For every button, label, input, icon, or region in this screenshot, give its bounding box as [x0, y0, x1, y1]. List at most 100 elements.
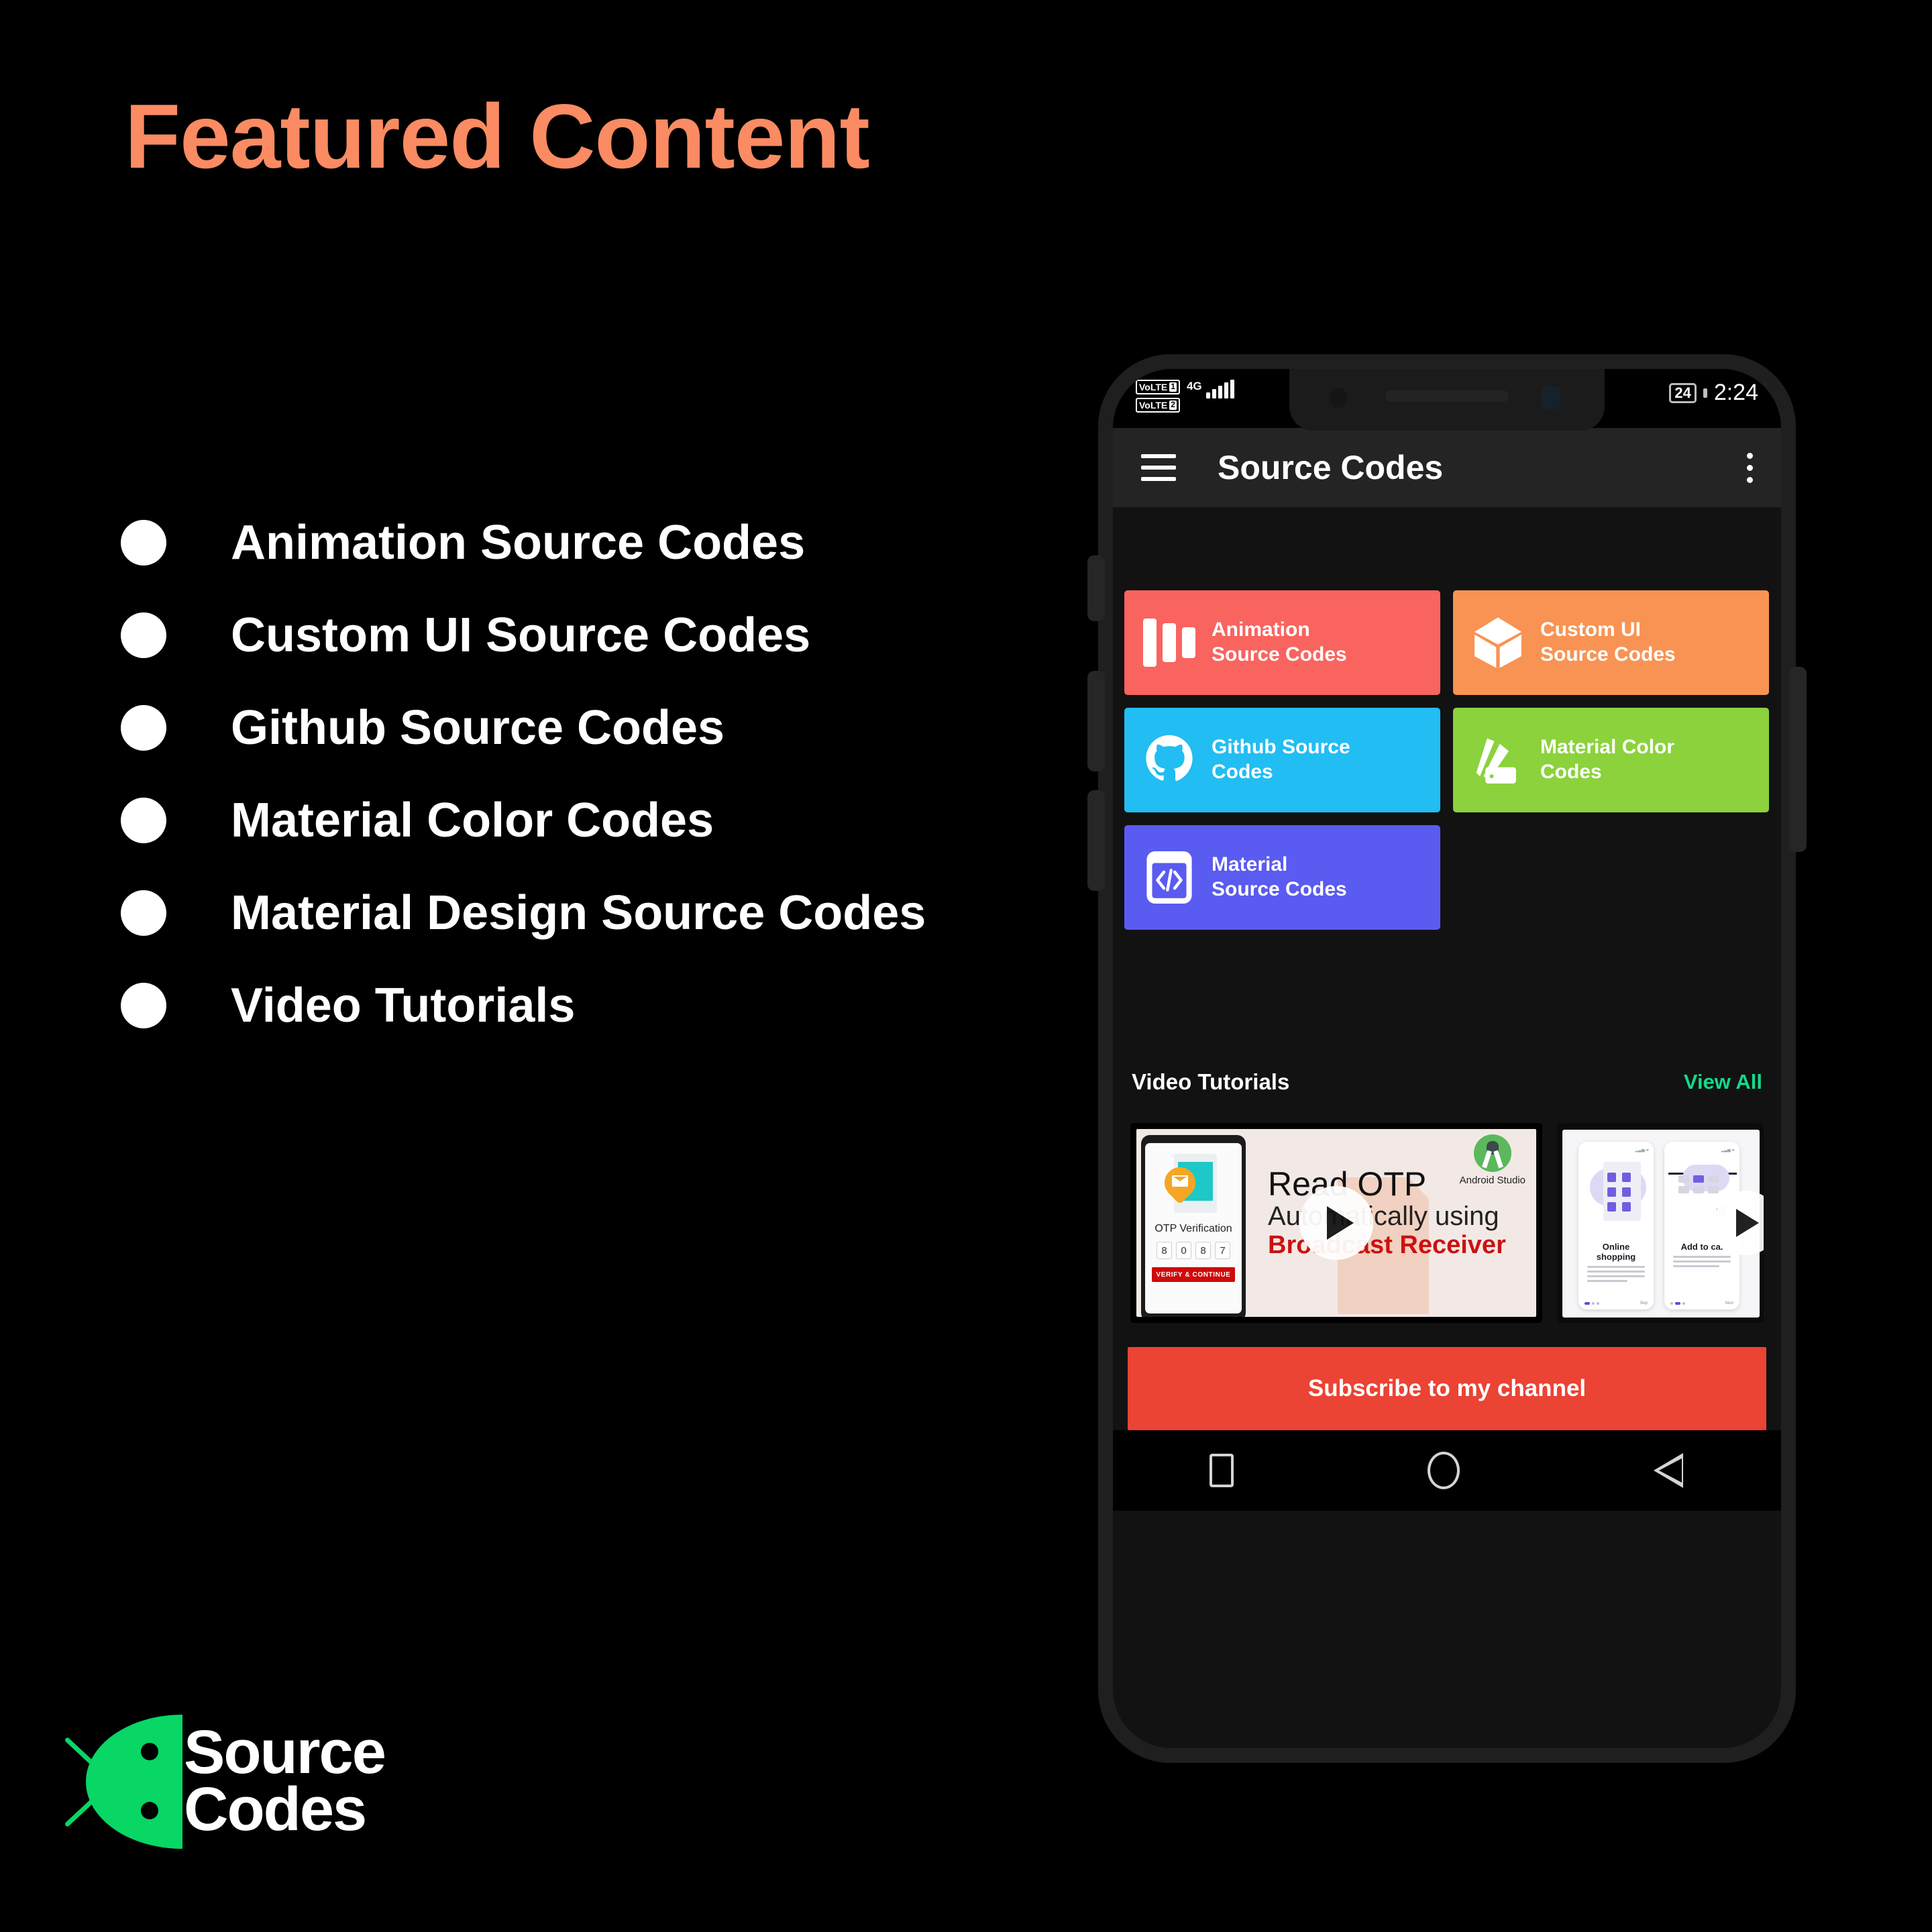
tile-material-color-codes[interactable]: Material Color Codes [1453, 708, 1769, 812]
tile-label-line2: Source Codes [1212, 643, 1347, 665]
bullet-dot-icon [121, 798, 166, 843]
earpiece-speaker [1385, 390, 1509, 402]
app-content: Animation Source Codes Custom UI Source … [1113, 507, 1781, 1748]
phone-volume-up-button[interactable] [1087, 671, 1105, 771]
feature-label: Video Tutorials [231, 979, 576, 1032]
app-bar: Source Codes [1113, 428, 1781, 507]
feature-label: Github Source Codes [231, 701, 725, 755]
code-phone-icon [1140, 849, 1198, 906]
brand-line-1: Source [184, 1718, 386, 1787]
status-right-group: 24 2:24 [1669, 380, 1758, 406]
phone-screen: VoLTE 1 VoLTE 2 4G 24 2:24 Source Codes … [1113, 369, 1781, 1748]
verify-continue-button: VERIFY & CONTINUE [1152, 1267, 1235, 1282]
home-circle-icon[interactable] [1427, 1452, 1460, 1489]
brand-wordmark: Source Codes [184, 1718, 386, 1843]
bullet-dot-icon [121, 520, 166, 566]
android-studio-label: Android Studio [1459, 1175, 1525, 1186]
phone-mockup: VoLTE 1 VoLTE 2 4G 24 2:24 Source Codes … [1087, 354, 1807, 1763]
list-item: Custom UI Source Codes [121, 589, 1060, 682]
sim2-number: 2 [1169, 400, 1177, 410]
feature-label: Custom UI Source Codes [231, 608, 811, 662]
feature-list: Animation Source Codes Custom UI Source … [121, 496, 1060, 1052]
volte-sim2-icon: VoLTE 2 [1136, 398, 1180, 413]
status-clock: 2:24 [1713, 380, 1758, 405]
view-all-link[interactable]: View All [1684, 1070, 1762, 1094]
tile-label-line1: Github Source [1212, 736, 1350, 759]
video-tutorials-header: Video Tutorials View All [1121, 1069, 1773, 1095]
android-studio-badge: Android Studio [1460, 1134, 1525, 1186]
tile-animation-source-codes[interactable]: Animation Source Codes [1124, 590, 1440, 695]
otp-caption: OTP Verification [1155, 1223, 1232, 1234]
list-item: Animation Source Codes [121, 496, 1060, 589]
android-studio-icon [1473, 1134, 1511, 1172]
thumbnail-phone-mockup: OTP Verification 8 0 8 7 VERIFY & CONTIN… [1141, 1135, 1246, 1317]
tile-label: Animation Source Codes [1212, 618, 1347, 667]
cube-icon [1469, 614, 1527, 672]
thumbnail-phone-screen: OTP Verification 8 0 8 7 VERIFY & CONTIN… [1145, 1143, 1242, 1313]
head-shape [86, 1715, 182, 1849]
brand-line-2: Codes [184, 1775, 367, 1843]
tile-github-source-codes[interactable]: Github Source Codes [1124, 708, 1440, 812]
tile-label-line1: Material [1212, 853, 1288, 876]
otp-digit: 7 [1215, 1242, 1230, 1259]
tile-label-line1: Material Color [1540, 736, 1675, 759]
sim1-number: 1 [1169, 382, 1177, 392]
subscribe-button[interactable]: Subscribe to my channel [1128, 1347, 1766, 1430]
network-type-label: 4G [1186, 380, 1202, 392]
app-bar-title: Source Codes [1218, 449, 1444, 486]
animation-bars-icon [1140, 590, 1198, 695]
tile-label-line2: Source Codes [1540, 643, 1676, 665]
bullet-dot-icon [121, 705, 166, 751]
video-thumbnail-row: OTP Verification 8 0 8 7 VERIFY & CONTIN… [1121, 1123, 1773, 1323]
feature-label: Material Design Source Codes [231, 886, 926, 940]
status-bar: VoLTE 1 VoLTE 2 4G 24 2:24 [1113, 369, 1781, 431]
onboarding-footer-1: Skip [1578, 1301, 1654, 1305]
video-tutorials-title: Video Tutorials [1132, 1069, 1290, 1094]
subscribe-button-label: Subscribe to my channel [1307, 1375, 1587, 1401]
signal-bars-icon [1205, 380, 1234, 398]
bullet-dot-icon [121, 612, 166, 658]
bullet-dot-icon [121, 890, 166, 936]
status-left-group: VoLTE 1 VoLTE 2 4G [1136, 380, 1234, 413]
hamburger-menu-icon[interactable] [1141, 454, 1176, 481]
onboarding-body-1 [1583, 1266, 1649, 1282]
list-item: Video Tutorials [121, 959, 1060, 1052]
phone-notch [1289, 369, 1605, 431]
tile-label: Material Source Codes [1212, 853, 1347, 902]
tile-label-line1: Custom UI [1540, 619, 1641, 641]
tile-material-source-codes[interactable]: Material Source Codes [1124, 825, 1440, 930]
volte-sim1-icon: VoLTE 1 [1136, 380, 1180, 394]
category-tiles-grid: Animation Source Codes Custom UI Source … [1121, 590, 1773, 930]
onboarding-footer-2: Next [1664, 1301, 1739, 1305]
phone-side-button-1[interactable] [1087, 555, 1105, 621]
video-thumbnail-read-otp[interactable]: OTP Verification 8 0 8 7 VERIFY & CONTIN… [1130, 1123, 1542, 1323]
otp-digit: 8 [1195, 1242, 1211, 1259]
bullet-dot-icon [121, 983, 166, 1028]
feature-label: Material Color Codes [231, 794, 714, 847]
tile-custom-ui-source-codes[interactable]: Custom UI Source Codes [1453, 590, 1769, 695]
github-icon [1140, 731, 1198, 789]
tile-label-line1: Animation [1212, 619, 1310, 641]
otp-digit: 8 [1157, 1242, 1172, 1259]
tile-label-line2: Codes [1540, 761, 1602, 783]
onboarding-title-1: Online shopping [1596, 1242, 1636, 1262]
onboarding-skip-1: Skip [1640, 1301, 1648, 1305]
tile-label: Github Source Codes [1212, 735, 1350, 784]
otp-illustration [1158, 1151, 1222, 1214]
feature-label: Animation Source Codes [231, 516, 806, 570]
tile-label: Custom UI Source Codes [1540, 618, 1676, 667]
front-camera-icon [1330, 388, 1347, 408]
shopping-illustration [1583, 1158, 1649, 1238]
phone-volume-down-button[interactable] [1087, 790, 1105, 891]
android-nav-bar [1113, 1430, 1781, 1511]
kebab-menu-icon[interactable] [1747, 452, 1753, 483]
video-thumbnail-onboarding[interactable]: ▂▃▅ ▰ Online shopping Skip ▂▃▅ ▰ Add to … [1557, 1123, 1764, 1323]
otp-digit: 0 [1176, 1242, 1191, 1259]
recents-square-icon[interactable] [1210, 1454, 1234, 1487]
list-item: Github Source Codes [121, 682, 1060, 774]
otp-digit-row: 8 0 8 7 [1157, 1242, 1230, 1259]
phone-power-button[interactable] [1789, 667, 1807, 852]
back-triangle-icon[interactable] [1653, 1452, 1684, 1489]
play-icon[interactable] [1299, 1186, 1373, 1260]
onboarding-screen-1: ▂▃▅ ▰ Online shopping Skip [1578, 1142, 1654, 1309]
